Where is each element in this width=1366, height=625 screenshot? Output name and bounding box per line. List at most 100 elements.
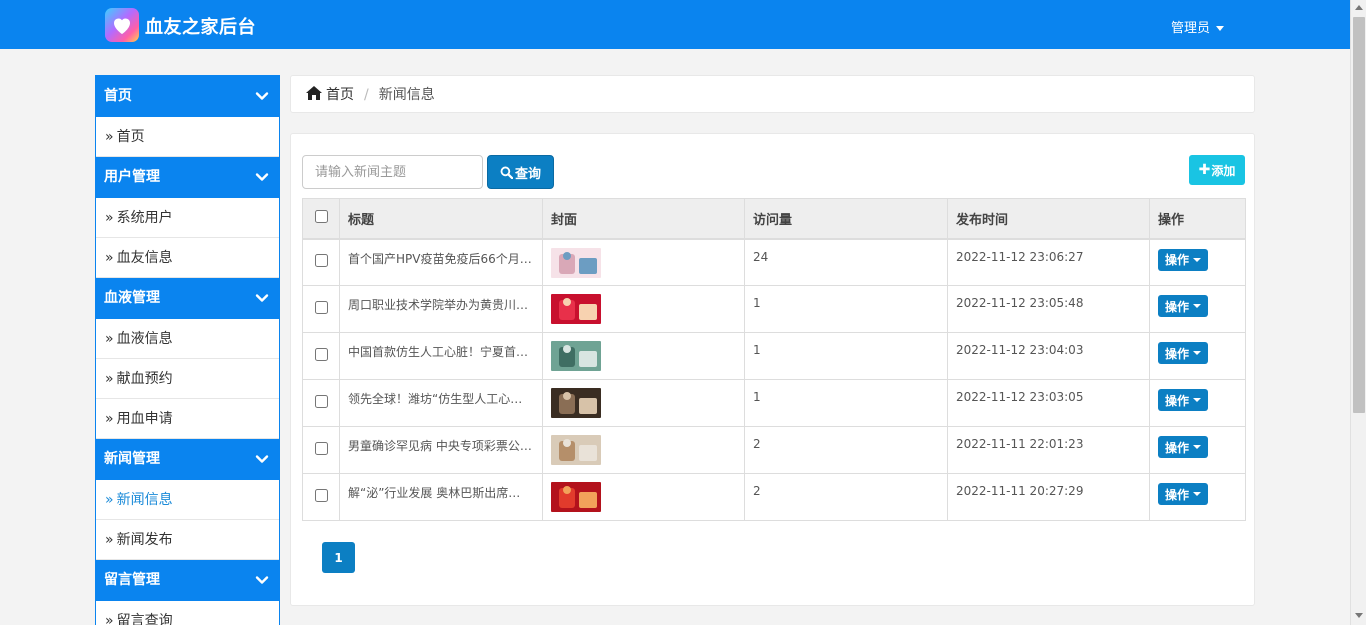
table-row: 周口职业技术学院举办为黄贵川… 1 2022-11-12 23:05:48 操作: [302, 285, 1246, 333]
add-button-label: 添加: [1211, 163, 1236, 178]
news-title: 领先全球！潍坊“仿生型人工心…: [339, 379, 543, 427]
news-search-input[interactable]: [302, 155, 483, 189]
publish-time: 2022-11-12 23:04:03: [947, 332, 1150, 380]
double-chevron-right-icon: »: [105, 331, 114, 347]
home-icon: [306, 86, 322, 100]
sidebar-item[interactable]: » 留言查询: [96, 601, 279, 625]
visit-count: 2: [744, 426, 948, 474]
sidebar-section-title: 留言管理: [104, 572, 160, 588]
sidebar-section-header[interactable]: 用户管理: [96, 157, 279, 198]
sidebar-item[interactable]: » 首页: [96, 117, 279, 157]
cover-thumbnail[interactable]: [551, 294, 601, 324]
news-title: 中国首款仿生人工心脏！宁夏首…: [339, 332, 543, 380]
double-chevron-right-icon: »: [105, 250, 114, 266]
row-action-button[interactable]: 操作: [1158, 295, 1209, 317]
row-select-cell: [302, 285, 340, 333]
cover-thumbnail[interactable]: [551, 435, 601, 465]
row-checkbox[interactable]: [314, 442, 328, 455]
scroll-down-icon[interactable]: [1355, 613, 1363, 618]
cover-cell: [542, 426, 745, 474]
sidebar-section-header[interactable]: 新闻管理: [96, 439, 279, 480]
sidebar-item[interactable]: » 血友信息: [96, 238, 279, 278]
row-action-button[interactable]: 操作: [1158, 389, 1209, 411]
table-row: 男童确诊罕见病 中央专项彩票公… 2 2022-11-11 22:01:23 操作: [302, 426, 1246, 474]
sidebar-section-title: 血液管理: [104, 290, 160, 306]
news-title: 首个国产HPV疫苗免疫后66个月…: [339, 238, 543, 286]
news-title: 解“泌”行业发展 奥林巴斯出席…: [339, 473, 543, 521]
actions-cell: 操作: [1149, 473, 1246, 521]
double-chevron-right-icon: »: [105, 371, 114, 387]
row-checkbox[interactable]: [314, 254, 328, 268]
news-title: 男童确诊罕见病 中央专项彩票公…: [339, 426, 543, 474]
row-select-cell: [302, 426, 340, 474]
sidebar-section-header[interactable]: 血液管理: [96, 278, 279, 319]
caret-down-icon: [1193, 257, 1202, 262]
sidebar-section-title: 新闻管理: [104, 451, 160, 467]
cover-thumbnail[interactable]: [551, 247, 601, 278]
cover-cell: [542, 473, 745, 521]
row-checkbox[interactable]: [314, 348, 328, 361]
sidebar-section-title: 用户管理: [104, 169, 160, 185]
visit-count: 2: [744, 473, 948, 521]
admin-menu[interactable]: 管理员: [1171, 17, 1225, 36]
row-select-cell: [302, 238, 340, 286]
chevron-down-icon: [255, 173, 269, 181]
sidebar-item-label: 新闻发布: [116, 532, 173, 548]
double-chevron-right-icon: »: [105, 210, 114, 226]
page-scrollbar[interactable]: [1350, 0, 1366, 625]
publish-time: 2022-11-11 20:27:29: [947, 473, 1150, 521]
logo-heart-icon: [105, 8, 139, 42]
plus-icon: ✚: [1198, 162, 1211, 178]
breadcrumb-home[interactable]: 首页: [326, 87, 354, 103]
col-actions: 操作: [1149, 198, 1246, 240]
sidebar-section-header[interactable]: 留言管理: [96, 560, 279, 601]
sidebar-item[interactable]: » 血液信息: [96, 319, 279, 359]
top-navbar: 血友之家后台 管理员: [0, 0, 1350, 49]
action-label: 操作: [1165, 299, 1190, 314]
action-label: 操作: [1165, 346, 1190, 361]
actions-cell: 操作: [1149, 332, 1246, 380]
col-cover: 封面: [542, 198, 745, 240]
sidebar-item-label: 献血预约: [116, 371, 173, 387]
select-all-checkbox[interactable]: [314, 209, 328, 223]
caret-down-icon: [1193, 304, 1202, 308]
sidebar-item[interactable]: » 系统用户: [96, 198, 279, 238]
row-action-button[interactable]: 操作: [1158, 436, 1209, 458]
row-action-button[interactable]: 操作: [1158, 248, 1209, 271]
row-checkbox[interactable]: [314, 301, 328, 314]
search-button-label: 查询: [514, 166, 541, 182]
sidebar-item[interactable]: » 用血申请: [96, 399, 279, 439]
sidebar-item[interactable]: » 献血预约: [96, 359, 279, 399]
action-label: 操作: [1165, 393, 1190, 408]
page-1-button[interactable]: 1: [322, 542, 355, 573]
cover-thumbnail[interactable]: [551, 482, 601, 512]
caret-down-icon: [1193, 351, 1202, 355]
cover-cell: [542, 332, 745, 380]
breadcrumb: 首页 / 新闻信息: [290, 75, 1255, 113]
double-chevron-right-icon: »: [105, 129, 114, 145]
actions-cell: 操作: [1149, 285, 1246, 333]
sidebar-item-label: 血液信息: [116, 331, 173, 347]
visit-count: 24: [744, 238, 948, 286]
search-button[interactable]: 查询: [487, 155, 554, 189]
search-icon: [500, 166, 513, 179]
sidebar-section-header[interactable]: 首页: [96, 76, 279, 117]
sidebar-item[interactable]: » 新闻发布: [96, 520, 279, 560]
scrollbar-thumb[interactable]: [1353, 17, 1365, 413]
scroll-up-icon[interactable]: [1355, 5, 1363, 10]
cover-thumbnail[interactable]: [551, 341, 601, 371]
table-row: 领先全球！潍坊“仿生型人工心… 1 2022-11-12 23:03:05 操作: [302, 379, 1246, 427]
cover-thumbnail[interactable]: [551, 388, 601, 418]
table-row: 首个国产HPV疫苗免疫后66个月… 24 2022-11-12 23:06:27 操作: [302, 238, 1246, 286]
row-action-button[interactable]: 操作: [1158, 342, 1209, 364]
brand-title: 血友之家后台: [145, 17, 256, 38]
row-checkbox[interactable]: [314, 395, 328, 408]
row-action-button[interactable]: 操作: [1158, 483, 1209, 505]
sidebar-item[interactable]: » 新闻信息: [96, 480, 279, 520]
row-checkbox[interactable]: [314, 489, 328, 502]
table-header-row: 标题 封面 访问量 发布时间 操作: [302, 198, 1246, 240]
admin-label: 管理员: [1171, 21, 1211, 36]
caret-down-icon: [1216, 26, 1225, 31]
add-news-button[interactable]: ✚ 添加: [1189, 155, 1245, 185]
visit-count: 1: [744, 285, 948, 333]
